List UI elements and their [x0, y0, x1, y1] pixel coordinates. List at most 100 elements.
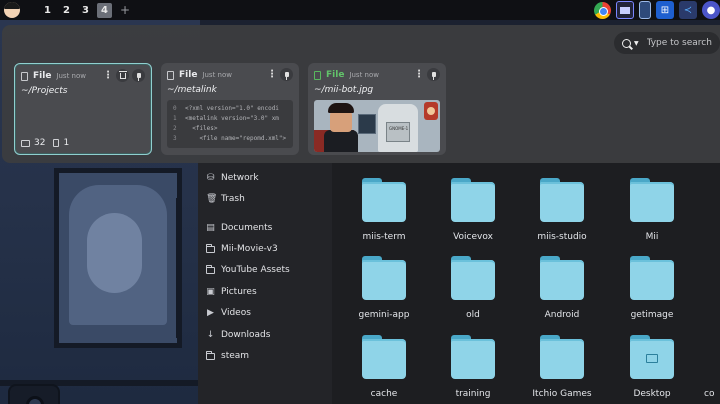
discord-icon[interactable]: ● — [702, 1, 720, 19]
sidebar-item-network[interactable]: ⛁ Network — [206, 169, 259, 187]
wallpaper-picture-frame — [54, 168, 182, 348]
code-line: 2 <files> — [173, 125, 218, 132]
code-line: 0 <?xml version="1.0" encodi — [173, 105, 279, 112]
card-path: ~/mii-bot.jpg — [314, 85, 374, 95]
folder-item[interactable]: Itchio Games — [522, 335, 602, 399]
sidebar-item-label: YouTube Assets — [221, 265, 290, 275]
sidebar-item-label: Pictures — [221, 287, 257, 297]
sidebar-item-label: steam — [221, 351, 250, 361]
chrome-app-icon[interactable] — [593, 1, 611, 19]
sidebar-item-videos[interactable]: ▶ Videos — [206, 304, 251, 322]
workspace-1[interactable]: 1 — [40, 3, 55, 18]
folder-item[interactable]: old — [433, 256, 513, 320]
folder-item[interactable]: getimage — [612, 256, 692, 320]
sidebar-item-youtube-assets[interactable]: YouTube Assets — [206, 261, 290, 279]
search-box[interactable]: ▼ — [614, 32, 720, 54]
trash-icon — [118, 70, 127, 79]
wallpaper-camera — [8, 384, 60, 404]
file-preview-code: 0 <?xml version="1.0" encodi 1 <metalink v… — [167, 100, 293, 148]
videos-icon: ▶ — [207, 307, 214, 318]
folder-icon — [206, 264, 215, 274]
folder-item[interactable]: training — [433, 335, 513, 399]
search-input[interactable] — [646, 38, 717, 48]
top-panel: 1 2 3 4 + ⊞ ≺ ● — [0, 0, 720, 20]
folder-icon — [540, 178, 584, 222]
folder-icon — [206, 350, 215, 360]
phone-link-icon[interactable] — [639, 1, 651, 19]
file-count: 1 — [63, 138, 70, 148]
file-manager-sidebar: ⛁ Network 🗑 Trash ▤ Documents Mii-Movie-… — [198, 160, 332, 404]
pin-button[interactable] — [132, 69, 145, 82]
card-path: ~/Projects — [21, 86, 68, 96]
sidebar-item-label: Documents — [221, 223, 273, 233]
folder-item[interactable]: cache — [344, 335, 424, 399]
folder-label: gemini-app — [358, 310, 410, 320]
sidebar-item-trash[interactable]: 🗑 Trash — [206, 190, 245, 208]
workspace-switcher: 1 2 3 4 + — [40, 2, 130, 18]
folder-label: Desktop — [633, 389, 671, 399]
card-path: ~/metalink — [167, 85, 217, 95]
file-grid: miis-term Voicevox miis-studio Mii gemin… — [332, 160, 720, 404]
clipboard-card-metalink[interactable]: File Just now ⋮ ~/metalink 0 <?xml versio… — [161, 63, 299, 155]
workspace-3[interactable]: 3 — [78, 3, 93, 18]
search-icon[interactable] — [622, 38, 631, 48]
network-icon: ⛁ — [206, 172, 215, 183]
folder-icon — [540, 335, 584, 379]
clipboard-history-panel: ▼ File Just now ⋮ ~/Projects 32 1 File J… — [2, 25, 720, 163]
folder-label: Android — [544, 310, 580, 320]
code-editor-icon[interactable]: ≺ — [679, 1, 697, 19]
folder-item[interactable]: Voicevox — [433, 178, 513, 242]
robot-chest-label: GNOME-1 — [389, 126, 409, 131]
folder-item[interactable]: miis-term — [344, 178, 424, 242]
sidebar-item-documents[interactable]: ▤ Documents — [206, 219, 272, 237]
folder-label: Mii — [645, 232, 659, 242]
folder-item[interactable]: gemini-app — [344, 256, 424, 320]
system-tray: ⊞ ≺ ● — [593, 1, 720, 19]
folder-item[interactable]: Desktop — [612, 335, 692, 399]
folder-label: old — [466, 310, 480, 320]
app-launcher-icon[interactable]: ⊞ — [656, 1, 674, 19]
code-line: 1 <metalink version="3.0" xm — [173, 115, 279, 122]
folder-item[interactable]: miis-studio — [522, 178, 602, 242]
sidebar-item-mii-movie-v3[interactable]: Mii-Movie-v3 — [206, 240, 278, 258]
sidebar-item-steam[interactable]: steam — [206, 347, 249, 365]
desktop-folder-icon — [630, 335, 674, 379]
folder-item[interactable]: Android — [522, 256, 602, 320]
trash-icon: 🗑 — [206, 193, 218, 204]
more-options-icon[interactable]: ⋮ — [414, 69, 424, 81]
card-type-label: File — [179, 70, 198, 80]
clipboard-card-projects[interactable]: File Just now ⋮ ~/Projects 32 1 — [14, 63, 152, 155]
clipboard-card-mii-bot[interactable]: File Just now ⋮ ~/mii-bot.jpg GNOME-1 — [308, 63, 446, 155]
card-timestamp: Just now — [202, 71, 232, 79]
folder-icon — [206, 243, 215, 253]
more-options-icon[interactable]: ⋮ — [267, 69, 277, 81]
more-options-icon[interactable]: ⋮ — [103, 70, 113, 82]
image-thumbnail: GNOME-1 — [314, 100, 440, 152]
folder-item-partial[interactable]: co — [692, 335, 720, 399]
folder-label: co — [704, 389, 715, 399]
pin-button[interactable] — [427, 68, 440, 81]
sidebar-item-pictures[interactable]: ▣ Pictures — [206, 283, 257, 301]
add-workspace-button[interactable]: + — [120, 3, 130, 17]
workspace-2[interactable]: 2 — [59, 3, 74, 18]
delete-button[interactable] — [116, 69, 129, 82]
file-icon — [21, 71, 28, 81]
folder-item[interactable]: Mii — [612, 178, 692, 242]
pin-button[interactable] — [280, 68, 293, 81]
sidebar-item-label: Downloads — [221, 330, 271, 340]
pictures-icon: ▣ — [206, 286, 215, 297]
card-type-label: File — [326, 70, 345, 80]
folder-label: miis-studio — [537, 232, 587, 242]
folder-icon — [362, 335, 406, 379]
workspace-4[interactable]: 4 — [97, 2, 112, 18]
screen-capture-icon[interactable] — [616, 1, 634, 19]
chevron-down-icon[interactable]: ▼ — [634, 40, 639, 47]
user-avatar-icon[interactable] — [4, 2, 20, 18]
folder-label: miis-term — [362, 232, 406, 242]
folder-label: Voicevox — [453, 232, 493, 242]
file-icon — [167, 70, 174, 80]
sidebar-item-downloads[interactable]: ↓ Downloads — [206, 326, 271, 344]
folder-count: 32 — [34, 138, 46, 148]
folder-label: training — [455, 389, 491, 399]
folder-icon — [540, 256, 584, 300]
